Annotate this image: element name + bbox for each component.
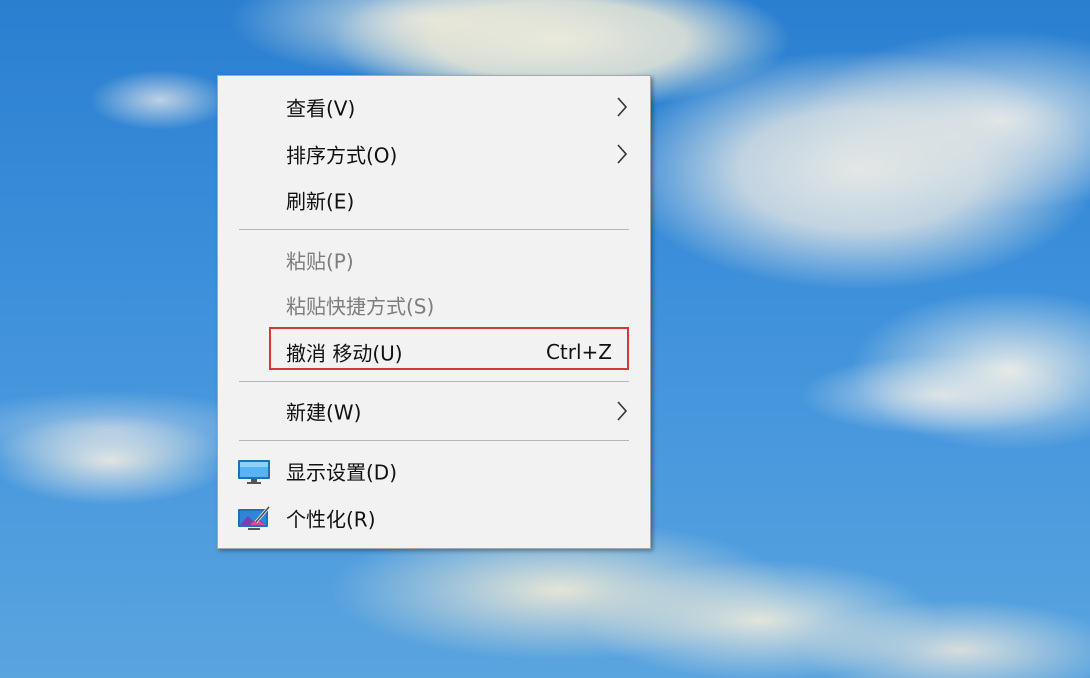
menu-item-personalize[interactable]: 个性化(R) [218, 496, 650, 540]
display-settings-icon [238, 460, 270, 484]
menu-item-sort-by-label: 排序方式(O) [286, 143, 398, 168]
menu-item-display-settings-label: 显示设置(D) [286, 460, 398, 485]
menu-item-refresh-label: 刷新(E) [286, 189, 355, 214]
menu-item-paste-shortcut[interactable]: 粘贴快捷方式(S) [218, 283, 650, 327]
menu-item-new[interactable]: 新建(W) [218, 389, 650, 433]
menu-item-paste[interactable]: 粘贴(P) [218, 238, 650, 282]
chevron-right-icon [617, 401, 628, 421]
chevron-right-icon [617, 144, 628, 164]
menu-item-view[interactable]: 查看(V) [218, 85, 650, 129]
menu-item-paste-shortcut-label: 粘贴快捷方式(S) [286, 294, 435, 319]
menu-separator [239, 229, 629, 230]
menu-item-personalize-label: 个性化(R) [286, 507, 376, 532]
highlight-box [269, 327, 629, 370]
menu-item-view-label: 查看(V) [286, 96, 356, 121]
menu-separator [239, 381, 629, 382]
chevron-right-icon [617, 97, 628, 117]
desktop-context-menu: 查看(V) 排序方式(O) 刷新(E) 粘贴(P) 粘贴快捷方式(S) 撤消 移… [217, 75, 651, 549]
menu-item-display-settings[interactable]: 显示设置(D) [218, 449, 650, 493]
menu-item-refresh[interactable]: 刷新(E) [218, 178, 650, 222]
personalize-icon [238, 506, 271, 530]
menu-item-sort-by[interactable]: 排序方式(O) [218, 132, 650, 176]
menu-separator [239, 440, 629, 441]
menu-item-new-label: 新建(W) [286, 400, 362, 425]
menu-item-paste-label: 粘贴(P) [286, 249, 354, 274]
